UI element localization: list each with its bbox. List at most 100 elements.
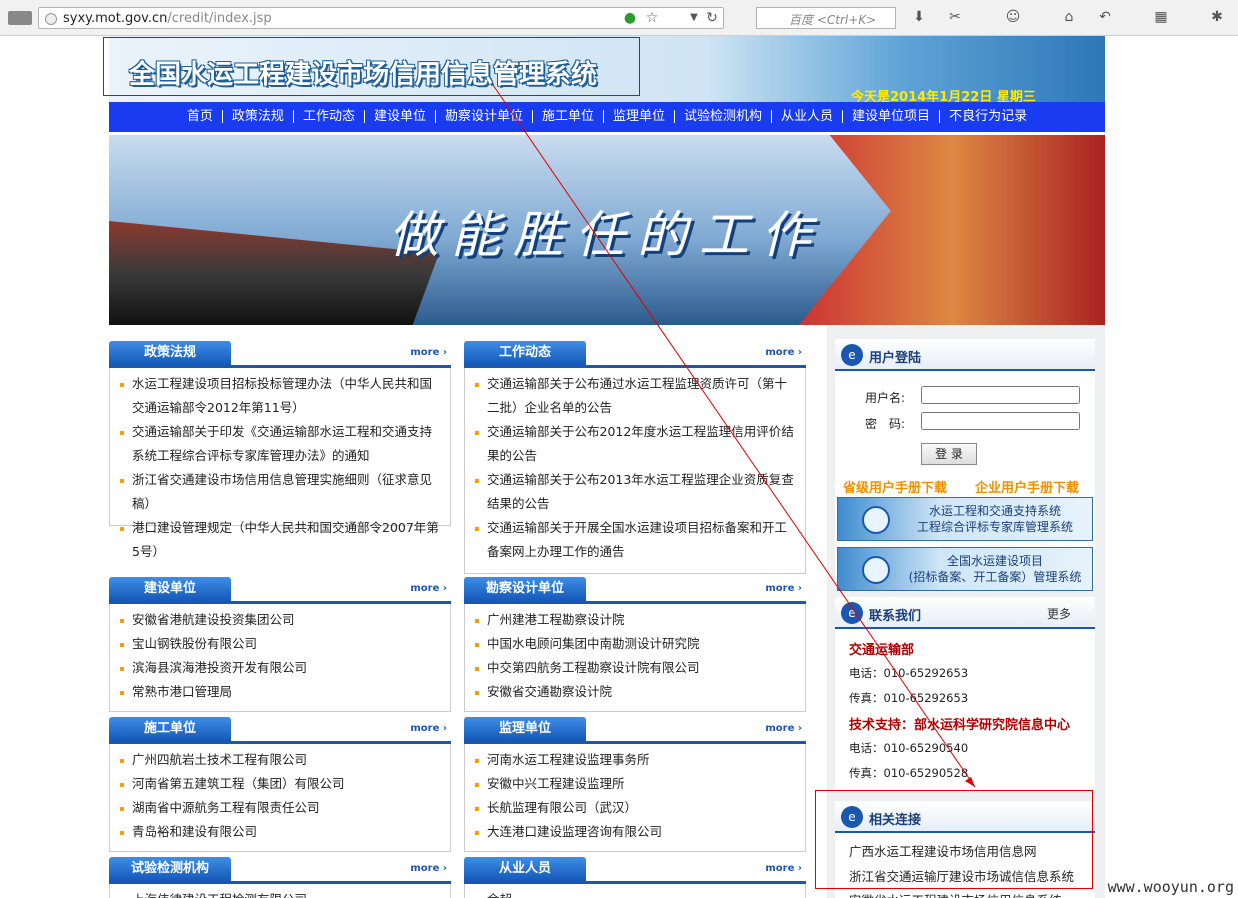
more-link[interactable]: more › — [410, 583, 447, 594]
list-item[interactable]: 安徽省交通勘察设计院 — [475, 680, 799, 704]
banner-slogan: 做能胜任的工作 — [389, 206, 823, 264]
section-policy: 政策法规 more › 水运工程建设项目招标投标管理办法（中华人民共和国交通运输部… — [109, 341, 451, 559]
browser-toolbar: syxy.mot.gov.cn/credit/index.jsp ● ☆ ▼ ↻… — [0, 0, 1238, 36]
screenshot-icon[interactable]: ✂ — [944, 6, 966, 28]
expert-system-link[interactable]: 水运工程和交通支持系统 工程综合评标专家库管理系统 — [837, 497, 1093, 541]
tab-list-icon[interactable] — [8, 11, 32, 25]
section-title[interactable]: 建设单位 — [109, 577, 231, 601]
address-bar[interactable]: syxy.mot.gov.cn/credit/index.jsp ● ☆ ▼ ↻ — [38, 7, 724, 29]
list-item[interactable]: 河南省第五建筑工程（集团）有限公司 — [120, 772, 444, 796]
section-staff: 从业人员 more › 余超 — [464, 857, 806, 898]
globe-icon — [862, 556, 890, 584]
back-icon[interactable]: ↶ — [1094, 6, 1116, 28]
list-item[interactable]: 广州四航岩土技术工程有限公司 — [120, 748, 444, 772]
contact-org: 交通运输部 — [849, 643, 915, 658]
reload-icon[interactable]: ↻ — [701, 7, 723, 29]
provincial-manual-download[interactable]: 省级用户手册下载 — [843, 477, 947, 496]
list-item[interactable]: 余超 — [475, 888, 799, 898]
list-item[interactable]: 港口建设管理规定（中华人民共和国交通部令2007年第5号） — [120, 516, 444, 564]
site-identity-icon[interactable] — [45, 13, 57, 25]
highlight-box-title — [103, 37, 640, 96]
list-item[interactable]: 中国水电顾问集团中南勘测设计研究院 — [475, 632, 799, 656]
contact-tel: 电话：010-65292653 — [849, 666, 969, 680]
home-icon[interactable]: ⌂ — [1058, 6, 1080, 28]
list-item[interactable]: 上海伟律建设工程检测有限公司 — [120, 888, 444, 898]
section-title[interactable]: 施工单位 — [109, 717, 231, 741]
contact-more-link[interactable]: 更多 — [1047, 605, 1071, 622]
globe-icon: e — [841, 602, 863, 624]
section-title[interactable]: 监理单位 — [464, 717, 586, 741]
download-icon[interactable]: ⬇ — [908, 6, 930, 28]
page-content: 全国水运工程建设市场信用信息管理系统 今天是2014年1月22日 星期三 首页政… — [109, 36, 1105, 898]
globe-icon: e — [841, 344, 863, 366]
section-build: 建设单位 more › 安徽省港航建设投资集团公司 宝山钢铁股份有限公司 滨海县滨… — [109, 577, 451, 712]
nav-item[interactable]: 工作动态 — [294, 110, 365, 123]
list-item[interactable]: 中交第四航务工程勘察设计院有限公司 — [475, 656, 799, 680]
section-title[interactable]: 工作动态 — [464, 341, 586, 365]
section-testing: 试验检测机构 more › 上海伟律建设工程检测有限公司 — [109, 857, 451, 898]
section-title[interactable]: 勘察设计单位 — [464, 577, 586, 601]
more-link[interactable]: more › — [410, 863, 447, 874]
list-item[interactable]: 湖南省中源航务工程有限责任公司 — [120, 796, 444, 820]
main-nav: 首页 政策法规 工作动态 建设单位 勘察设计单位 施工单位 监理单位 试验检测机构 从业人员 建设… — [109, 102, 1105, 132]
extension-icon[interactable]: ✱ — [1206, 6, 1228, 28]
list-item[interactable]: 交通运输部关于开展全国水运建设项目招标备案和开工备案网上办理工作的通告 — [475, 516, 799, 564]
related-link[interactable]: 安徽省水运工程建设市场信用信息系统 — [849, 890, 1062, 898]
list-item[interactable]: 交通运输部关于公布2012年度水运工程监理信用评价结果的公告 — [475, 420, 799, 468]
username-label: 用户名: — [865, 391, 906, 405]
section-news: 工作动态 more › 交通运输部关于公布通过水运工程监理资质许可（第十二批）企业… — [464, 341, 806, 574]
more-link[interactable]: more › — [410, 347, 447, 358]
list-item[interactable]: 广州建港工程勘察设计院 — [475, 608, 799, 632]
list-item[interactable]: 交通运输部关于印发《交通运输部水运工程和交通支持系统工程综合评标专家库管理办法》… — [120, 420, 444, 468]
list-item[interactable]: 长航监理有限公司（武汉） — [475, 796, 799, 820]
apps-icon[interactable]: ▦ — [1150, 6, 1172, 28]
project-filing-link[interactable]: 全国水运建设项目 (招标备案、开工备案）管理系统 — [837, 547, 1093, 591]
list-item[interactable]: 大连港口建设监理咨询有限公司 — [475, 820, 799, 844]
list-item[interactable]: 安徽中兴工程建设监理所 — [475, 772, 799, 796]
section-supervise: 监理单位 more › 河南水运工程建设监理事务所 安徽中兴工程建设监理所 长航监… — [464, 717, 806, 852]
tech-support: 技术支持：部水运科学研究院信息中心 — [849, 718, 1071, 733]
nav-item[interactable]: 试验检测机构 — [675, 110, 773, 123]
username-input[interactable] — [921, 386, 1080, 404]
nav-item[interactable]: 不良行为记录 — [940, 110, 1036, 123]
password-input[interactable] — [921, 412, 1080, 430]
section-title[interactable]: 政策法规 — [109, 341, 231, 365]
nav-item[interactable]: 从业人员 — [772, 110, 844, 123]
enterprise-manual-download[interactable]: 企业用户手册下载 — [975, 477, 1079, 496]
password-label: 密 码: — [865, 417, 906, 431]
list-item[interactable]: 交通运输部关于公布通过水运工程监理资质许可（第十二批）企业名单的公告 — [475, 372, 799, 420]
nav-item[interactable]: 政策法规 — [223, 110, 294, 123]
list-item[interactable]: 河南水运工程建设监理事务所 — [475, 748, 799, 772]
section-construct: 施工单位 more › 广州四航岩土技术工程有限公司 河南省第五建筑工程（集团）有… — [109, 717, 451, 852]
addon-icon[interactable]: ☺ — [1002, 6, 1024, 28]
list-item[interactable]: 常熟市港口管理局 — [120, 680, 444, 704]
list-item[interactable]: 滨海县滨海港投资开发有限公司 — [120, 656, 444, 680]
section-title[interactable]: 试验检测机构 — [109, 857, 231, 881]
list-item[interactable]: 水运工程建设项目招标投标管理办法（中华人民共和国交通运输部令2012年第11号） — [120, 372, 444, 420]
more-link[interactable]: more › — [765, 347, 802, 358]
nav-item[interactable]: 建设单位项目 — [843, 110, 941, 123]
list-item[interactable]: 青岛裕和建设有限公司 — [120, 820, 444, 844]
contact-title: 联系我们 — [869, 609, 922, 624]
more-link[interactable]: more › — [765, 723, 802, 734]
list-item[interactable]: 安徽省港航建设投资集团公司 — [120, 608, 444, 632]
highlight-box-links — [815, 790, 1093, 889]
nav-item[interactable]: 勘察设计单位 — [436, 110, 533, 123]
list-item[interactable]: 交通运输部关于公布2013年水运工程监理企业资质复查结果的公告 — [475, 468, 799, 516]
bookmark-star-icon[interactable]: ☆ — [641, 7, 663, 29]
list-item[interactable]: 浙江省交通建设市场信用信息管理实施细则（征求意见稿） — [120, 468, 444, 516]
go-icon[interactable]: ● — [619, 7, 641, 29]
more-link[interactable]: more › — [765, 863, 802, 874]
nav-item[interactable]: 首页 — [178, 110, 223, 123]
globe-icon — [862, 506, 890, 534]
list-item[interactable]: 宝山钢铁股份有限公司 — [120, 632, 444, 656]
more-link[interactable]: more › — [765, 583, 802, 594]
nav-item[interactable]: 监理单位 — [604, 110, 676, 123]
login-button[interactable]: 登 录 — [921, 443, 977, 465]
section-title[interactable]: 从业人员 — [464, 857, 586, 881]
contact-fax: 传真：010-65292653 — [849, 691, 969, 705]
more-link[interactable]: more › — [410, 723, 447, 734]
search-bar[interactable]: 百度 <Ctrl+K> — [756, 7, 896, 29]
nav-item[interactable]: 建设单位 — [365, 110, 436, 123]
nav-item[interactable]: 施工单位 — [533, 110, 604, 123]
